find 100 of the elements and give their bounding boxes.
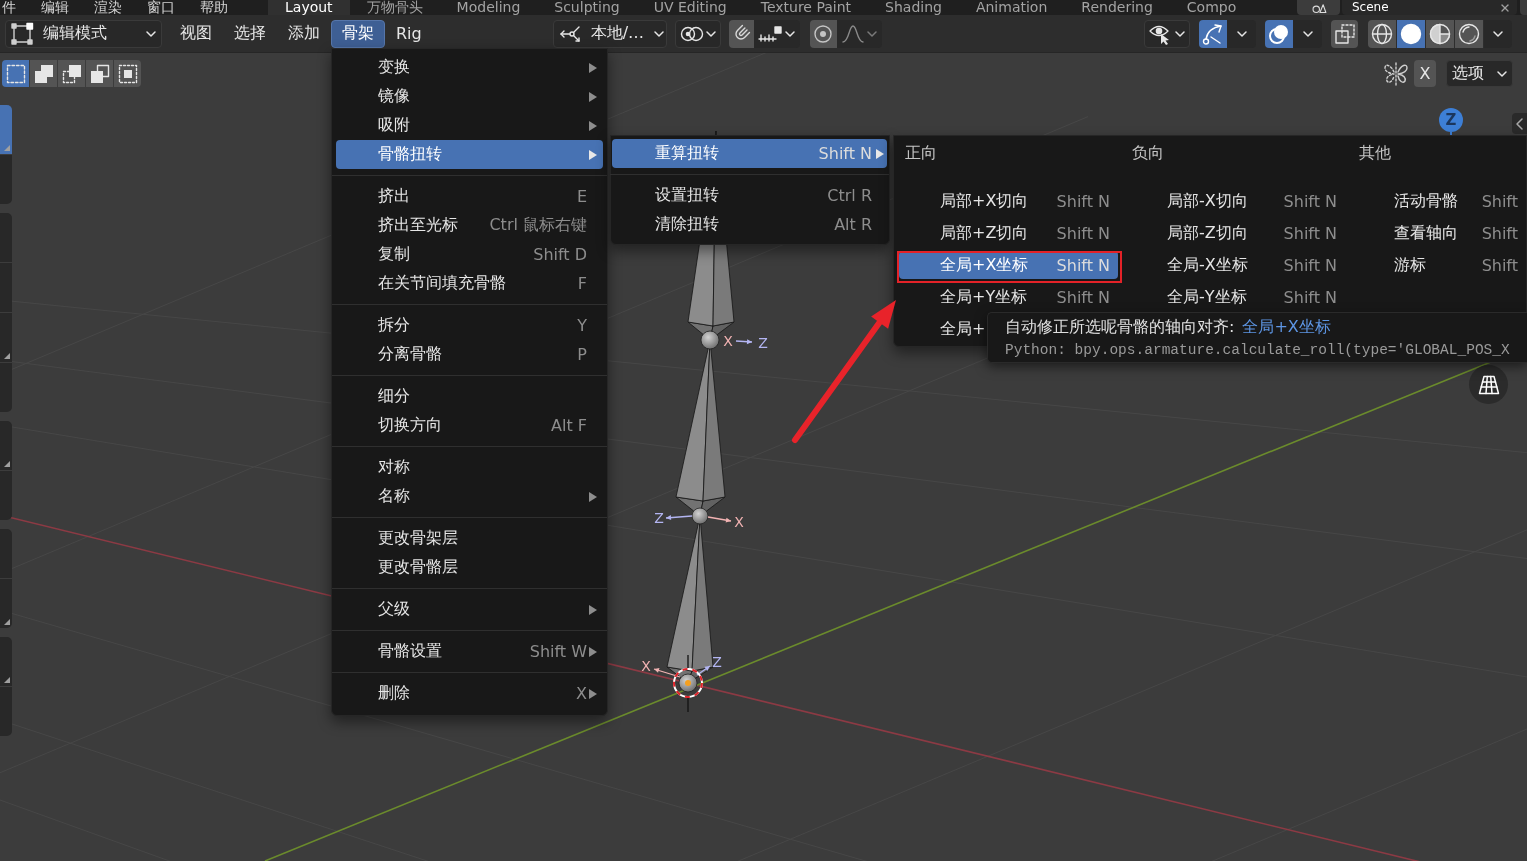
scene-field[interactable]: Scene	[1342, 0, 1517, 15]
menu-item[interactable]: 挤出至光标 Ctrl 鼠标右键	[336, 211, 603, 240]
menu-button[interactable]: 选择	[223, 19, 277, 48]
menu-item[interactable]: 骨骼设置 Shift W	[336, 637, 603, 666]
shading-button[interactable]	[1368, 19, 1396, 48]
workspace-tab[interactable]: Sculpting	[537, 0, 637, 15]
tool-button[interactable]	[0, 313, 12, 362]
snap-toggle[interactable]	[728, 19, 754, 48]
menu-item[interactable]: 名称	[336, 482, 603, 511]
menu-item[interactable]: 分离骨骼 P	[336, 340, 603, 369]
menu-item[interactable]: 活动骨骼 Shift	[1353, 187, 1526, 215]
submenu-arrow-icon	[589, 91, 597, 102]
menu-item[interactable]: 编辑	[41, 0, 69, 15]
menu-item[interactable]: 局部+X切向 Shift N	[899, 187, 1118, 215]
menu-item[interactable]: 局部+Z切向 Shift N	[899, 219, 1118, 247]
curved-arrow-icon	[1202, 22, 1224, 45]
menu-item[interactable]: 切换方向 Alt F	[336, 411, 603, 440]
menu-item[interactable]: 帮助	[200, 0, 228, 15]
workspace-tab[interactable]: Layout	[268, 0, 350, 15]
select-mode-button[interactable]	[58, 60, 85, 87]
joint-sphere	[691, 507, 709, 525]
menu-item[interactable]: 清除扭转 Alt R	[612, 210, 887, 239]
menu-item[interactable]: 查看轴向 Shift	[1353, 219, 1526, 247]
menu-item[interactable]: 在关节间填充骨骼 F	[336, 269, 603, 298]
tool-button[interactable]	[0, 579, 12, 628]
submenu-arrow-icon	[876, 148, 884, 159]
menu-item[interactable]: 重算扭转 Shift N	[612, 139, 887, 168]
menu-item[interactable]: 变换	[336, 53, 603, 82]
menu-item[interactable]: 局部-X切向 Shift N	[1126, 187, 1345, 215]
pivot-dropdown[interactable]	[674, 19, 721, 48]
overlays-toggle[interactable]	[1265, 19, 1293, 48]
workspace-tab[interactable]: Modeling	[439, 0, 538, 15]
proportional-toggle[interactable]	[809, 19, 837, 48]
submenu-arrow-icon	[589, 62, 597, 73]
menu-button[interactable]: 视图	[169, 19, 223, 48]
menu-item[interactable]: 件	[2, 0, 16, 15]
view-toggle-button[interactable]	[1469, 365, 1508, 404]
workspace-tab[interactable]: Compo	[1169, 0, 1254, 15]
overlays-dropdown[interactable]	[1293, 19, 1322, 48]
menu-item[interactable]: 对称	[336, 453, 603, 482]
menu-item[interactable]: 局部-Z切向 Shift N	[1126, 219, 1345, 247]
workspace-tab[interactable]: Shading	[868, 0, 959, 15]
menu-item[interactable]: 全局-X坐标 Shift N	[1126, 251, 1345, 279]
mirror-x-toggle[interactable]: X	[1414, 60, 1436, 87]
menu-item[interactable]: 吸附	[336, 111, 603, 140]
mode-dropdown[interactable]: 编辑模式	[5, 19, 162, 48]
menu-item[interactable]: 更改骨架层	[336, 524, 603, 553]
menu-item[interactable]: 父级	[336, 595, 603, 624]
gizmo-dropdown[interactable]	[1227, 19, 1256, 48]
select-mode-button[interactable]	[2, 60, 29, 87]
workspace-tab[interactable]: Texture Paint	[743, 0, 869, 15]
menu-item[interactable]: 游标 Shift	[1353, 251, 1526, 279]
workspace-tab[interactable]: Rendering	[1064, 0, 1170, 15]
gizmo-toggle[interactable]	[1199, 19, 1227, 48]
shading-button[interactable]	[1455, 19, 1483, 48]
shortcut-text: Shift N	[818, 144, 872, 163]
options-dropdown[interactable]: 选项	[1446, 60, 1513, 87]
shortcut-text: X	[576, 684, 587, 703]
menu-item[interactable]: 镜像	[336, 82, 603, 111]
menu-button[interactable]: 骨架	[331, 19, 385, 48]
menu-item[interactable]: 全局+X坐标 Shift N	[899, 251, 1118, 279]
menu-item[interactable]: 全局+Y坐标 Shift N	[899, 283, 1118, 311]
select-mode-button[interactable]	[114, 60, 141, 87]
overlapping-circles-icon	[1268, 22, 1290, 45]
menu-item[interactable]: 拆分 Y	[336, 311, 603, 340]
shading-button[interactable]	[1397, 19, 1425, 48]
shortcut-text: Shift N	[1283, 255, 1337, 275]
menu-item[interactable]: 细分	[336, 382, 603, 411]
menu-item[interactable]: 更改骨骼层	[336, 553, 603, 582]
menu-item[interactable]: 骨骼扭转	[336, 140, 603, 169]
select-mode-button[interactable]	[86, 60, 113, 87]
tool-button[interactable]	[0, 421, 12, 470]
menu-button[interactable]: 添加	[277, 19, 331, 48]
menu-item[interactable]: 删除 X	[336, 679, 603, 708]
menu-item[interactable]: 设置扭转 Ctrl R	[612, 181, 887, 210]
falloff-dropdown[interactable]	[836, 19, 882, 48]
xray-toggle[interactable]	[1331, 19, 1358, 48]
menu-item[interactable]: 挤出 E	[336, 182, 603, 211]
joint-sphere	[678, 673, 698, 693]
scene-selector-button[interactable]	[1297, 0, 1340, 15]
caret-icon	[1493, 30, 1503, 37]
workspace-tab[interactable]: 万物骨头	[349, 0, 440, 15]
visibility-dropdown[interactable]	[1144, 19, 1190, 48]
orientation-dropdown[interactable]: 本地/…	[552, 19, 667, 48]
snap-target-dropdown[interactable]	[753, 19, 800, 48]
menu-button[interactable]: Rig	[385, 19, 433, 48]
select-mode-button[interactable]	[30, 60, 57, 87]
tool-button[interactable]	[0, 637, 12, 686]
sidebar-toggle-button[interactable]	[1512, 113, 1527, 134]
menu-item[interactable]: 窗口	[147, 0, 175, 15]
shortcut-text: Shift N	[1056, 255, 1110, 275]
corner-triangle-icon	[4, 145, 10, 151]
menu-item[interactable]: 复制 Shift D	[336, 240, 603, 269]
workspace-tab[interactable]: Animation	[958, 0, 1065, 15]
menu-item[interactable]: 全局+	[899, 315, 986, 343]
shading-button[interactable]	[1426, 19, 1454, 48]
menu-item[interactable]: 全局-Y坐标 Shift N	[1126, 283, 1345, 311]
menu-item[interactable]: 渲染	[94, 0, 122, 15]
workspace-tab[interactable]: UV Editing	[636, 0, 744, 15]
shading-dropdown[interactable]	[1484, 19, 1512, 48]
